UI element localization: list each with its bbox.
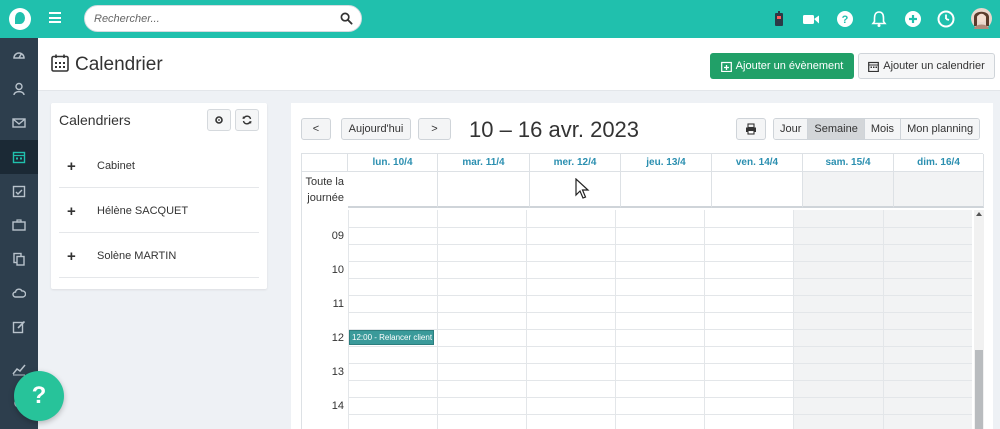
documents-icon (13, 252, 25, 266)
day-header[interactable]: jeu. 13/4 (621, 154, 712, 172)
add-event-label: Ajouter un évènement (735, 60, 844, 72)
sidebar-item-dashboard[interactable] (0, 38, 38, 72)
page-title: Calendrier (75, 54, 163, 75)
view-day-button[interactable]: Jour (774, 119, 809, 139)
calendar-item-helene-sacquet[interactable]: + Hélène SACQUET (59, 188, 259, 233)
search-icon[interactable] (340, 12, 353, 25)
gear-icon (215, 116, 223, 124)
briefcase-icon (12, 219, 26, 231)
print-button[interactable] (736, 118, 766, 140)
refresh-icon (242, 115, 252, 125)
edit-icon (12, 320, 26, 334)
help-icon[interactable]: ? (836, 10, 854, 28)
sidebar-item-patients[interactable] (0, 72, 38, 106)
time-grid[interactable]: 09 10 11 12 13 14 12:00 - Relancer clien… (302, 210, 984, 429)
view-week-button[interactable]: Semaine (808, 119, 865, 139)
sidebar-item-briefcase[interactable] (0, 208, 38, 242)
view-my-planning-button[interactable]: Mon planning (901, 119, 980, 139)
logo-icon[interactable] (9, 8, 31, 30)
week-grid: lun. 10/4 mar. 11/4 mer. 12/4 jeu. 13/4 … (301, 153, 984, 429)
calendar-view: < Aujourd'hui > 10 – 16 avr. 2023 Jour S… (291, 103, 993, 429)
scroll-thumb[interactable] (975, 350, 983, 429)
patients-icon (13, 82, 25, 96)
dashboard-icon (13, 52, 25, 59)
mail-icon (12, 118, 26, 128)
calendar-item-label: Hélène SACQUET (97, 205, 189, 217)
sidebar (0, 38, 38, 429)
add-event-button[interactable]: Ajouter un évènement (710, 53, 854, 79)
cloud-icon (12, 288, 26, 298)
sidebar-item-mail[interactable] (0, 106, 38, 140)
help-button[interactable]: ? (14, 371, 64, 421)
tasks-icon (12, 185, 26, 198)
calendar-refresh-button[interactable] (235, 109, 259, 131)
expand-icon[interactable]: + (67, 248, 76, 265)
time-grid-scrollbar[interactable] (974, 210, 984, 429)
today-button[interactable]: Aujourd'hui (341, 118, 411, 140)
day-header[interactable]: mar. 11/4 (438, 154, 530, 172)
day-header[interactable]: dim. 16/4 (894, 154, 984, 172)
date-range-title: 10 – 16 avr. 2023 (469, 117, 640, 142)
print-icon (746, 123, 756, 135)
day-header[interactable]: mer. 12/4 (530, 154, 621, 172)
all-day-cell[interactable] (348, 172, 438, 208)
avatar[interactable] (971, 8, 992, 29)
sidebar-item-documents[interactable] (0, 242, 38, 276)
calendar-settings-button[interactable] (207, 109, 231, 131)
all-day-cell[interactable] (803, 172, 894, 208)
hour-label: 11 (332, 298, 344, 310)
expand-icon[interactable]: + (67, 158, 76, 175)
next-week-button[interactable]: > (418, 118, 451, 140)
search-input[interactable] (94, 10, 334, 27)
calendars-panel: Calendriers + Cabinet + Hélène SACQUET +… (51, 103, 267, 289)
hour-label: 14 (331, 400, 344, 412)
expand-icon[interactable]: + (67, 203, 76, 220)
clock-icon[interactable] (937, 10, 955, 28)
scroll-up-icon[interactable] (976, 212, 982, 216)
calendar-item-label: Cabinet (97, 160, 135, 172)
menu-icon[interactable] (49, 12, 61, 23)
all-day-cell[interactable] (438, 172, 530, 208)
sidebar-item-tasks[interactable] (0, 174, 38, 208)
hour-label: 10 (331, 264, 344, 276)
video-icon[interactable] (802, 10, 820, 28)
all-day-label: Toute la journée (305, 176, 344, 204)
hour-label: 13 (331, 366, 344, 378)
day-header[interactable]: lun. 10/4 (348, 154, 438, 172)
day-header[interactable]: sam. 15/4 (803, 154, 894, 172)
add-calendar-button[interactable]: Ajouter un calendrier (858, 53, 995, 79)
hour-label: 12 (331, 332, 344, 344)
sidebar-item-edit[interactable] (0, 310, 38, 344)
view-switcher: Jour Semaine Mois Mon planning (773, 118, 981, 140)
all-day-cell[interactable] (621, 172, 712, 208)
chart-icon (12, 364, 26, 376)
sidebar-item-cloud[interactable] (0, 276, 38, 310)
calendar-item-label: Solène MARTIN (97, 250, 177, 262)
sidebar-item-calendar[interactable] (0, 140, 38, 174)
all-day-cell[interactable] (712, 172, 803, 208)
calendar-icon (51, 54, 69, 72)
prev-week-button[interactable]: < (301, 118, 331, 140)
day-header[interactable]: ven. 14/4 (712, 154, 803, 172)
top-bar: ? (0, 0, 1000, 38)
mouse-cursor-icon (575, 178, 590, 199)
calendars-panel-title: Calendriers (59, 112, 131, 128)
contact-card-icon[interactable] (770, 10, 788, 28)
calendar-plus-icon (720, 61, 732, 72)
plus-icon[interactable] (904, 10, 922, 28)
search-box (84, 5, 362, 32)
calendar-item-cabinet[interactable]: + Cabinet (59, 143, 259, 188)
page-header: Calendrier Ajouter un évènement Ajouter … (38, 38, 1000, 91)
hour-label: 09 (331, 230, 344, 242)
time-column-header (302, 154, 348, 172)
calendar-event[interactable]: 12:00 - Relancer client (349, 330, 434, 345)
bell-icon[interactable] (870, 10, 888, 28)
add-calendar-label: Ajouter un calendrier (883, 60, 985, 72)
calendar-icon (868, 61, 880, 72)
view-month-button[interactable]: Mois (864, 119, 902, 139)
calendar-item-solene-martin[interactable]: + Solène MARTIN (59, 233, 259, 278)
calendar-icon (12, 151, 26, 164)
svg-text:?: ? (842, 14, 849, 26)
all-day-cell[interactable] (894, 172, 984, 208)
